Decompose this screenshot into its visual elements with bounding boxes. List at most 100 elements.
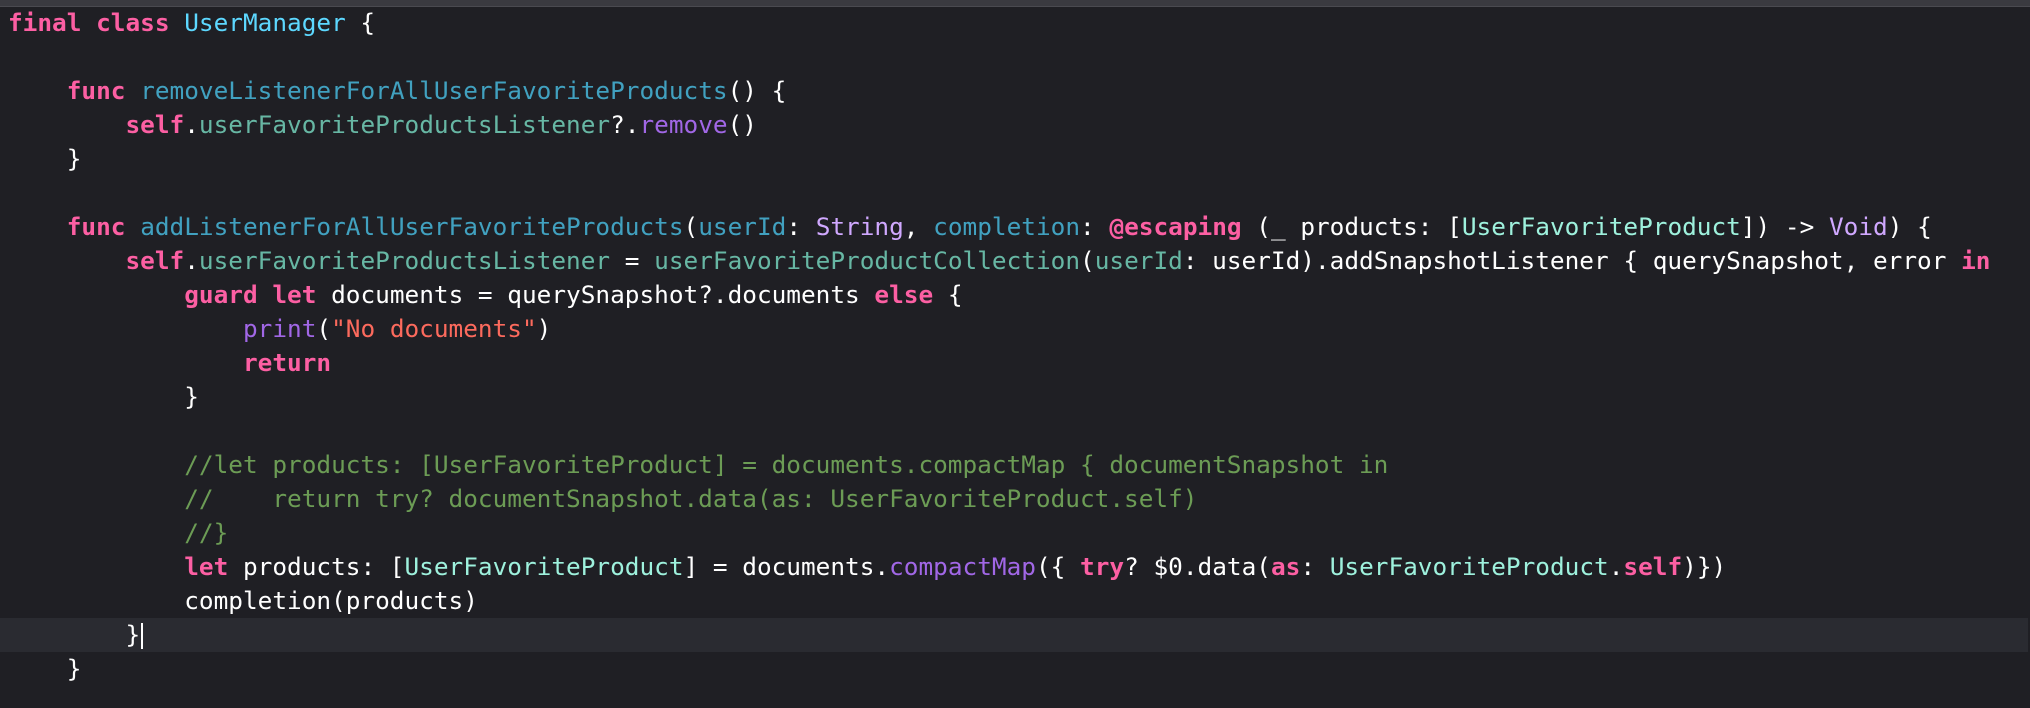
code-line[interactable]: self.userFavoriteProductsListener?.remov… — [8, 108, 2028, 142]
code-token: let — [184, 552, 229, 581]
code-token: self — [1623, 552, 1683, 581]
code-token: ]) -> — [1740, 212, 1829, 241]
code-token: () { — [727, 76, 787, 105]
code-token: } — [8, 382, 199, 411]
code-line[interactable]: // return try? documentSnapshot.data(as:… — [8, 482, 2028, 516]
code-token: else — [874, 280, 934, 309]
code-line[interactable] — [8, 414, 2028, 448]
code-line[interactable]: final class UserManager { — [8, 6, 2028, 40]
code-token: ( — [1080, 246, 1095, 275]
code-line[interactable] — [8, 176, 2028, 210]
code-token: userId — [1094, 246, 1183, 275]
code-line[interactable]: //let products: [UserFavoriteProduct] = … — [8, 448, 2028, 482]
text-cursor — [141, 623, 144, 649]
code-line[interactable]: print("No documents") — [8, 312, 2028, 346]
code-line[interactable]: guard let documents = querySnapshot?.doc… — [8, 278, 2028, 312]
code-token: return — [242, 348, 332, 377]
code-token: let — [272, 280, 317, 309]
code-token: guard — [184, 280, 258, 309]
code-token: as — [1270, 552, 1301, 581]
code-line[interactable]: } — [8, 142, 2028, 176]
code-token: Void — [1828, 212, 1888, 241]
code-token: : userId).addSnapshotListener { querySna… — [1182, 246, 1962, 275]
code-token: UserFavoriteProduct — [1329, 552, 1609, 581]
code-token: "No documents" — [331, 314, 537, 343]
code-token: self — [125, 246, 185, 275]
code-token: // return try? documentSnapshot.data(as:… — [184, 484, 1198, 513]
code-line[interactable]: } — [8, 380, 2028, 414]
code-token: print — [242, 314, 317, 343]
code-token: final class — [8, 8, 185, 37]
code-token: { — [345, 8, 376, 37]
code-token: ) — [536, 314, 552, 343]
code-token: addListenerForAllUserFavoriteProducts — [140, 212, 684, 241]
code-token: self — [125, 110, 185, 139]
code-token: } — [8, 144, 82, 173]
code-line[interactable]: //} — [8, 516, 2028, 550]
code-token: : — [1080, 212, 1110, 241]
code-token: UserManager — [184, 8, 346, 37]
code-line[interactable] — [8, 40, 2028, 74]
code-line[interactable]: completion(products) — [8, 584, 2028, 618]
code-token: userFavoriteProductsListener — [198, 246, 611, 275]
code-token: . — [184, 110, 199, 139]
code-editor[interactable]: final class UserManager { func removeLis… — [0, 0, 2030, 708]
code-token: completion — [933, 212, 1081, 241]
code-token: )}) — [1682, 552, 1727, 581]
code-token: } — [8, 620, 141, 649]
code-token: ({ — [1035, 552, 1081, 581]
code-token: func — [66, 212, 126, 241]
code-token: ?. — [610, 110, 640, 139]
code-line[interactable]: func addListenerForAllUserFavoriteProduc… — [8, 210, 2028, 244]
code-token: ( — [316, 314, 332, 343]
code-token: @escaping — [1109, 212, 1242, 241]
code-token: ) { — [1887, 212, 1932, 241]
code-token: = — [610, 246, 655, 275]
code-token: ? $0.data( — [1124, 552, 1271, 581]
code-token: () — [727, 110, 757, 139]
code-token: } — [8, 654, 82, 683]
code-token: try — [1080, 552, 1125, 581]
code-line[interactable]: } — [0, 618, 2028, 652]
code-token: . — [184, 246, 199, 275]
code-token: func — [66, 76, 126, 105]
code-token: completion(products) — [8, 586, 478, 615]
code-token: userFavoriteProductCollection — [654, 246, 1081, 275]
code-token: ] = documents. — [683, 552, 890, 581]
code-token: . — [1608, 552, 1624, 581]
code-token: remove — [639, 110, 728, 139]
code-token: //} — [184, 518, 229, 547]
code-line[interactable]: } — [8, 652, 2028, 686]
code-token: userId — [698, 212, 787, 241]
code-token: products: [ — [228, 552, 405, 581]
code-token: UserFavoriteProduct — [404, 552, 684, 581]
code-area[interactable]: final class UserManager { func removeLis… — [0, 6, 2028, 686]
code-line[interactable]: let products: [UserFavoriteProduct] = do… — [8, 550, 2028, 584]
code-token: //let products: [UserFavoriteProduct] = … — [184, 450, 1389, 479]
code-token: compactMap — [889, 552, 1036, 581]
code-token: , — [903, 212, 934, 241]
code-token: in — [1961, 246, 1991, 275]
code-token: documents = querySnapshot?.documents — [316, 280, 875, 309]
code-line[interactable]: self.userFavoriteProductsListener = user… — [8, 244, 2028, 278]
code-token: : — [786, 212, 816, 241]
code-token: removeListenerForAllUserFavoriteProducts — [140, 76, 728, 105]
code-token: (_ products: [ — [1241, 212, 1462, 241]
code-line[interactable]: return — [8, 346, 2028, 380]
code-line[interactable]: func removeListenerForAllUserFavoritePro… — [8, 74, 2028, 108]
code-token: { — [933, 280, 963, 309]
